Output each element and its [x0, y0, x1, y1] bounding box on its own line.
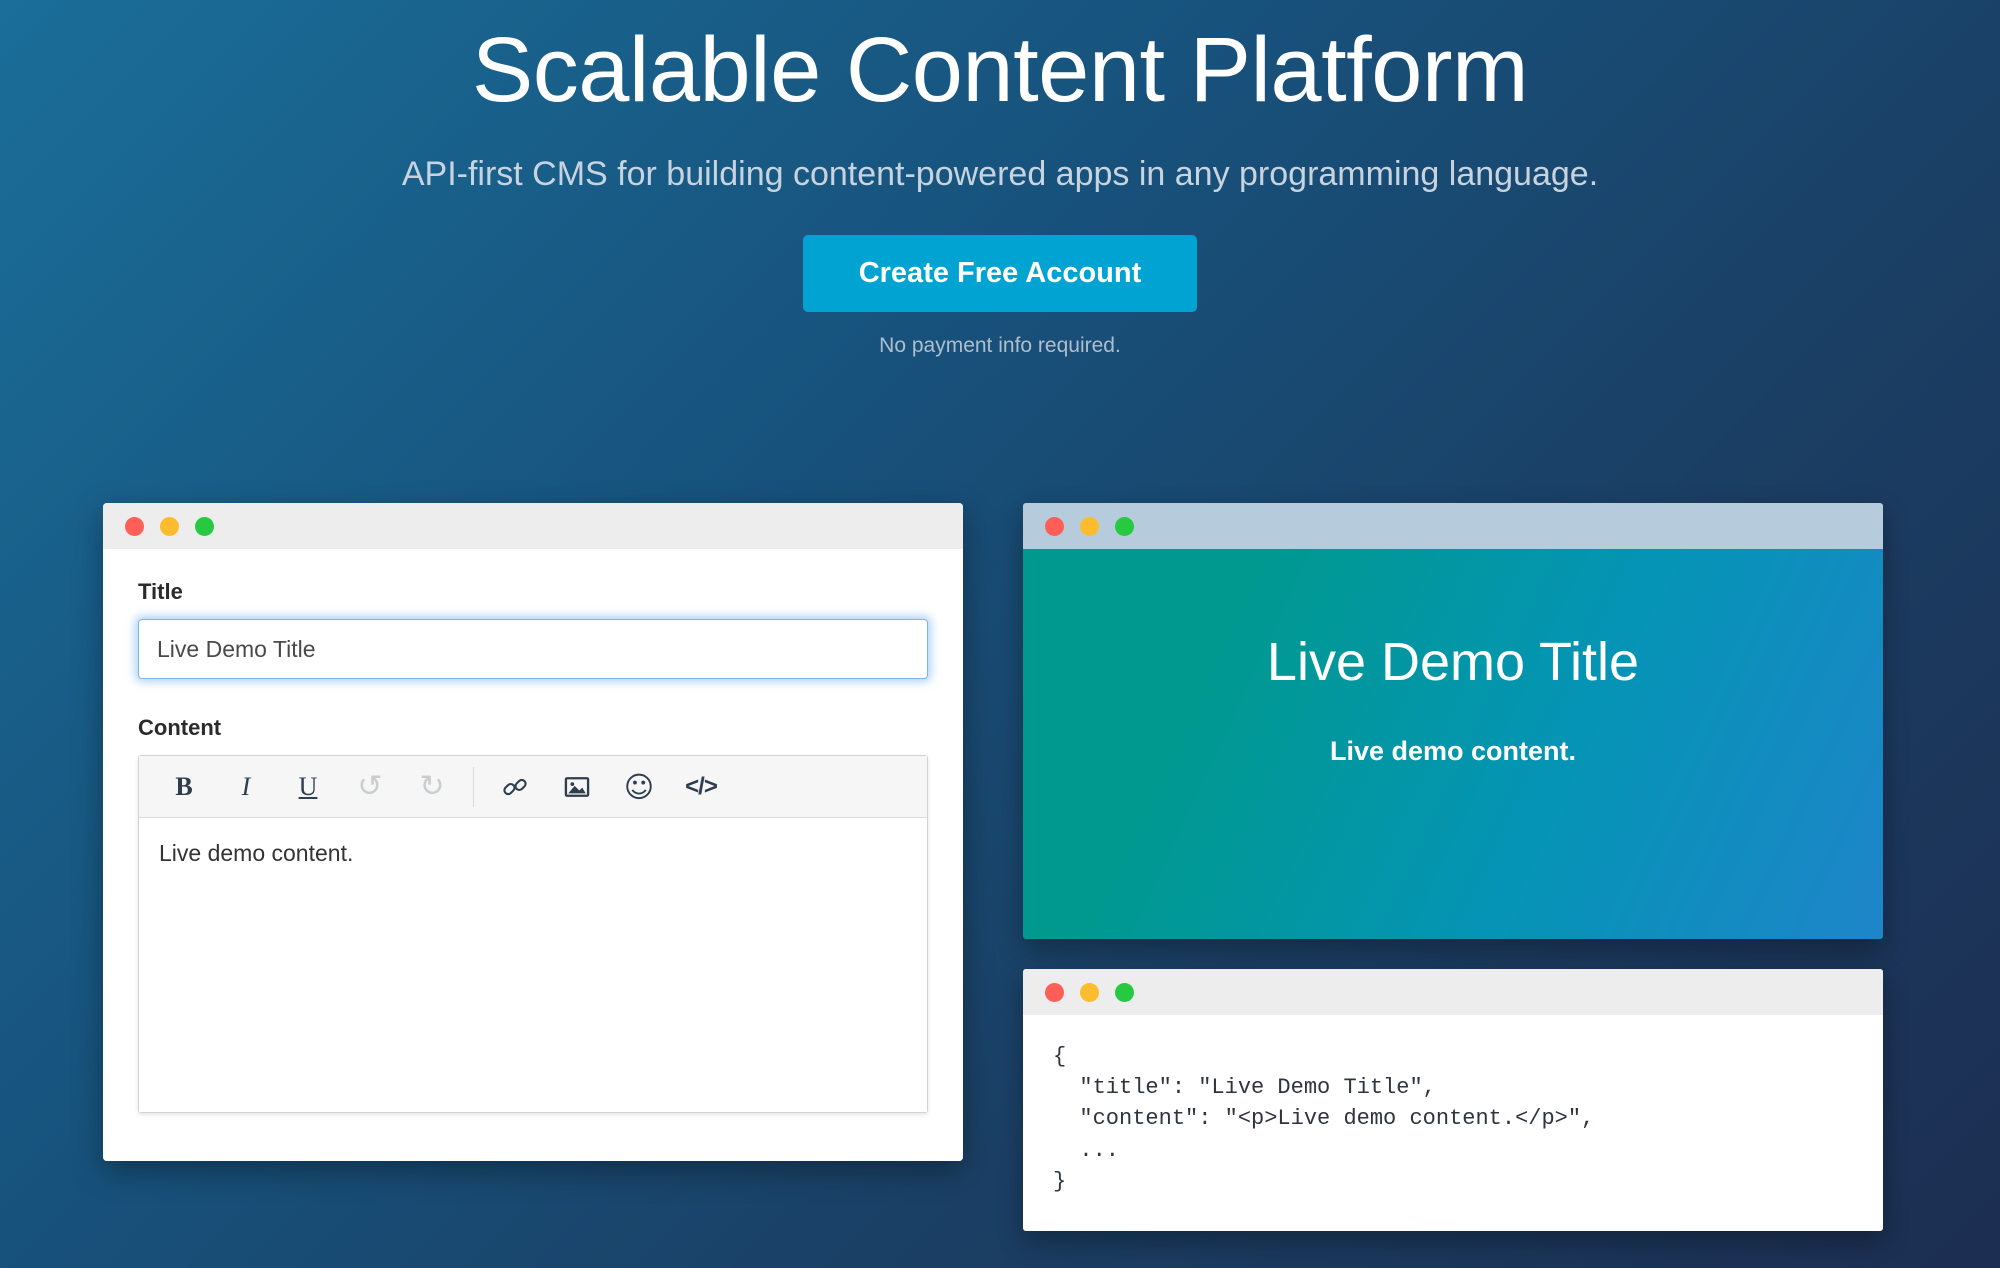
editor-body: Title Content B I U ↺ ↻ [103, 549, 963, 1161]
minimize-window-dot[interactable] [1080, 517, 1099, 536]
content-textarea[interactable]: Live demo content. [139, 818, 927, 1112]
hero-section: Scalable Content Platform API-first CMS … [0, 0, 2000, 358]
maximize-window-dot[interactable] [1115, 517, 1134, 536]
page-title: Scalable Content Platform [0, 18, 2000, 124]
preview-window: Live Demo Title Live demo content. [1023, 503, 1883, 939]
link-icon[interactable] [484, 763, 546, 811]
maximize-window-dot[interactable] [195, 517, 214, 536]
maximize-window-dot[interactable] [1115, 983, 1134, 1002]
redo-icon[interactable]: ↻ [401, 763, 463, 811]
minimize-window-dot[interactable] [1080, 983, 1099, 1002]
bold-icon[interactable]: B [153, 763, 215, 811]
image-icon[interactable] [546, 763, 608, 811]
preview-stage: Live Demo Title Live demo content. [1023, 549, 1883, 939]
preview-titlebar [1023, 503, 1883, 549]
cta-note: No payment info required. [0, 334, 2000, 358]
cta-container: Create Free Account No payment info requ… [0, 235, 2000, 358]
editor-toolbar: B I U ↺ ↻ [139, 756, 927, 818]
demo-panels: Title Content B I U ↺ ↻ [0, 503, 2000, 1231]
json-titlebar [1023, 969, 1883, 1015]
code-icon[interactable]: </> [670, 763, 732, 811]
preview-content: Live demo content. [1330, 736, 1576, 767]
json-output-window: { "title": "Live Demo Title", "content":… [1023, 969, 1883, 1231]
undo-icon[interactable]: ↺ [339, 763, 401, 811]
preview-title: Live Demo Title [1267, 633, 1639, 692]
underline-icon[interactable]: U [277, 763, 339, 811]
title-field-label: Title [138, 579, 928, 605]
italic-icon[interactable]: I [215, 763, 277, 811]
close-window-dot[interactable] [125, 517, 144, 536]
minimize-window-dot[interactable] [160, 517, 179, 536]
json-code-block: { "title": "Live Demo Title", "content":… [1023, 1015, 1883, 1231]
hero-subtitle: API-first CMS for building content-power… [0, 154, 2000, 195]
emoji-icon[interactable]: ☺ [608, 763, 670, 811]
editor-window: Title Content B I U ↺ ↻ [103, 503, 963, 1161]
close-window-dot[interactable] [1045, 517, 1064, 536]
right-column: Live Demo Title Live demo content. { "ti… [1023, 503, 1883, 1231]
rich-text-editor: B I U ↺ ↻ [138, 755, 928, 1113]
toolbar-divider [473, 767, 474, 807]
close-window-dot[interactable] [1045, 983, 1064, 1002]
editor-titlebar [103, 503, 963, 549]
title-input[interactable] [138, 619, 928, 679]
create-free-account-button[interactable]: Create Free Account [803, 235, 1198, 312]
content-field-label: Content [138, 715, 928, 741]
